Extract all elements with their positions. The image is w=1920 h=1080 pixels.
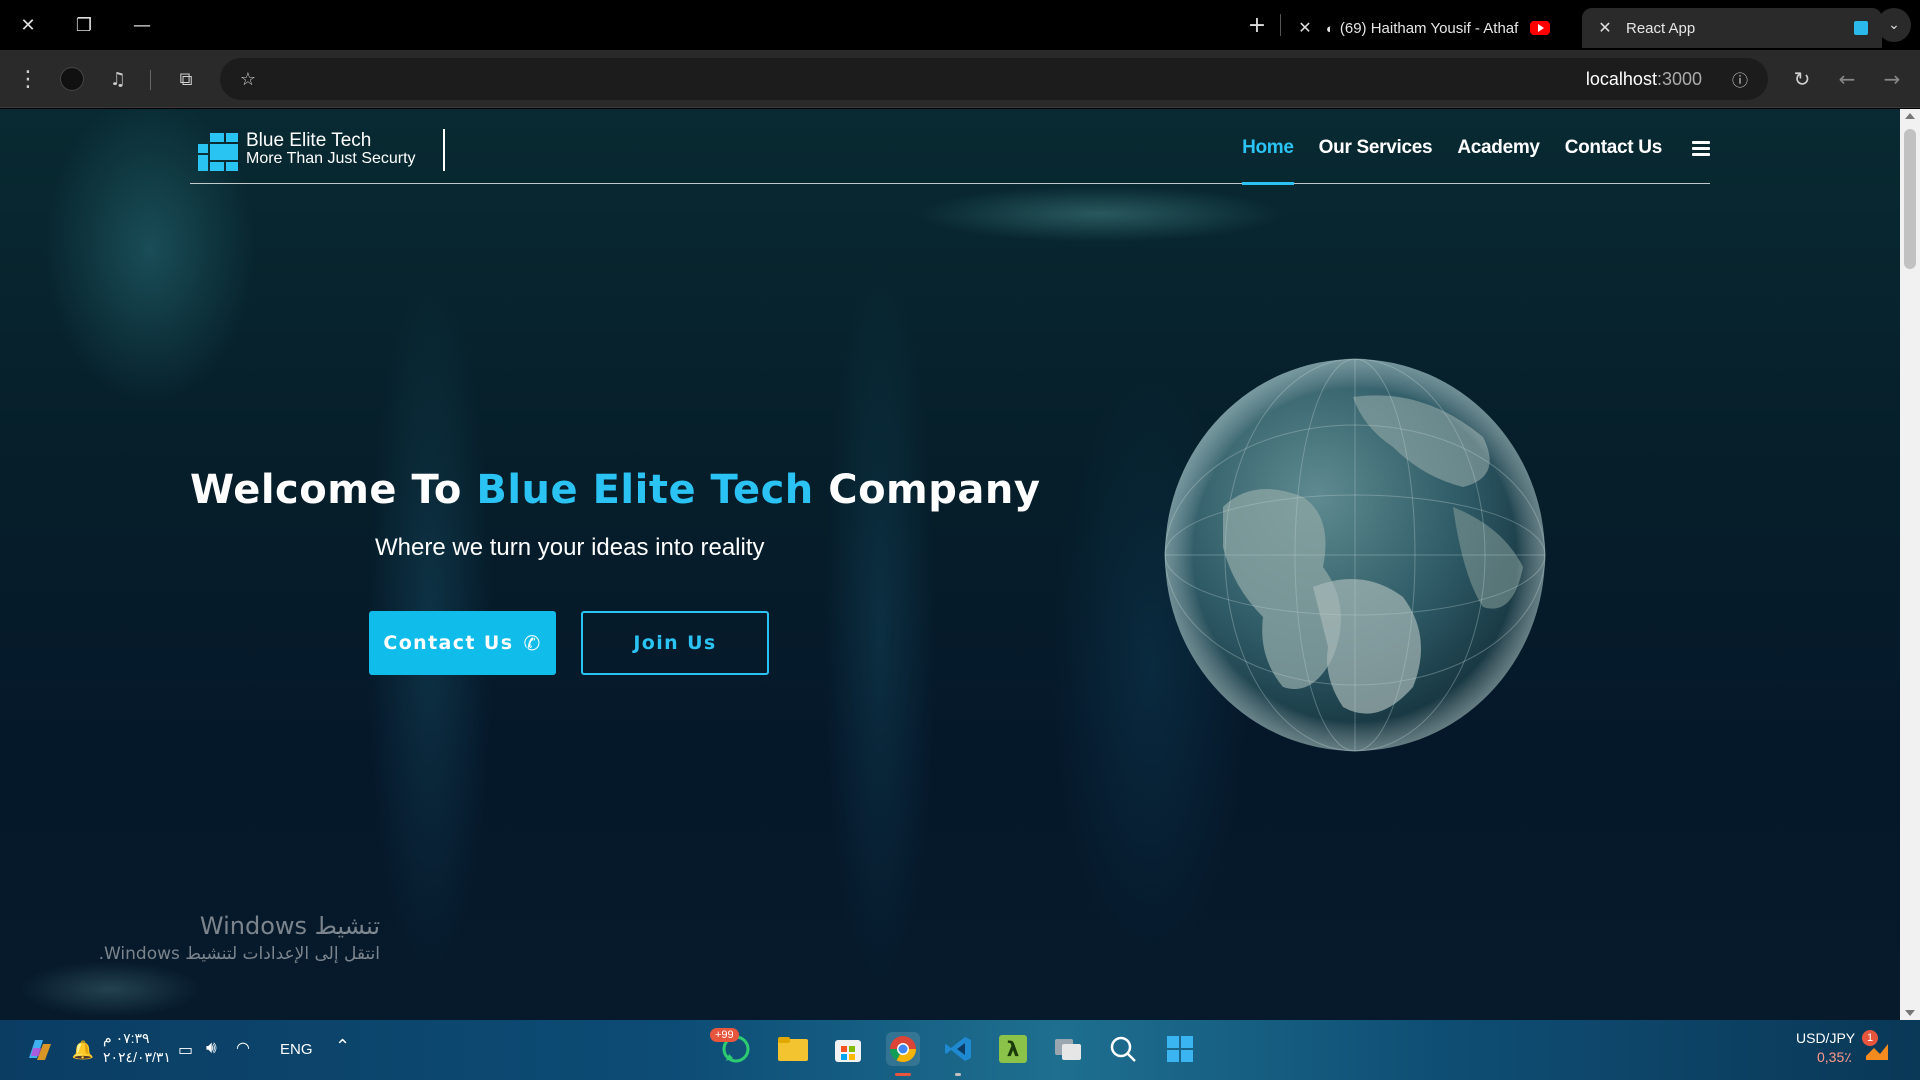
site-header: Blue Elite Tech More Than Just Securty H… xyxy=(190,109,1710,185)
scrollbar-thumb[interactable] xyxy=(1904,129,1916,269)
main-nav: Home Our Services Academy Contact Us xyxy=(1217,137,1710,185)
ticker-name[interactable]: USD/JPY xyxy=(1796,1030,1855,1046)
page-scrollbar[interactable] xyxy=(1900,109,1920,1020)
bookmark-star-icon[interactable]: ☆ xyxy=(232,63,264,95)
microsoft-store-icon[interactable] xyxy=(831,1032,865,1066)
hero-subtitle: Where we turn your ideas into reality xyxy=(375,534,765,561)
copilot-icon[interactable] xyxy=(22,1033,56,1067)
hero-title: Welcome To Blue Elite Tech Company xyxy=(190,467,1041,513)
page-viewport: Blue Elite Tech More Than Just Securty H… xyxy=(0,109,1900,1020)
tab-separator xyxy=(1280,14,1281,36)
omnibox[interactable]: ☆ localhost:3000 ⓘ xyxy=(220,58,1768,100)
close-tab-icon[interactable]: ✕ xyxy=(1594,18,1616,38)
tab-title: React App xyxy=(1626,19,1696,37)
clock-date[interactable]: ٢٠٢٤/٠٣/٣١ xyxy=(103,1049,171,1066)
whatsapp-badge: +99 xyxy=(710,1028,739,1042)
close-tab-icon[interactable]: ✕ xyxy=(1294,18,1316,38)
nav-academy[interactable]: Academy xyxy=(1457,137,1540,159)
battery-icon[interactable]: ▭ xyxy=(178,1040,193,1059)
window-minimize-icon[interactable]: — xyxy=(124,10,160,40)
tab-youtube[interactable]: ✕ ◐ (69) Haitham Yousif - Athaf xyxy=(1282,8,1582,48)
tab-search-chevron-icon[interactable]: ⌄ xyxy=(1877,8,1911,42)
chevron-up-icon[interactable]: ⌃ xyxy=(335,1036,350,1057)
window-restore-icon[interactable]: ❐ xyxy=(66,10,102,40)
brand-logo-icon[interactable] xyxy=(198,133,238,171)
windows-start-icon[interactable] xyxy=(1163,1032,1197,1066)
windows-taskbar: 🔔 ٠٧:٣٩ م ٢٠٢٤/٠٣/٣١ ▭ 🔊︎ ◠ ENG ⌃ +99 λ … xyxy=(0,1020,1920,1080)
profile-avatar[interactable] xyxy=(56,63,88,95)
scroll-down-icon[interactable] xyxy=(1905,1010,1915,1016)
forward-arrow-icon[interactable]: → xyxy=(1876,63,1908,95)
join-us-button[interactable]: Join Us xyxy=(581,611,769,675)
language-indicator[interactable]: ENG xyxy=(280,1041,313,1058)
new-tab-icon[interactable]: + xyxy=(1239,10,1275,40)
extensions-puzzle-icon[interactable]: ⧉ xyxy=(170,63,202,95)
brand-divider xyxy=(443,129,445,171)
notification-bell-icon[interactable]: 🔔 xyxy=(72,1039,94,1061)
reload-icon[interactable]: ↻ xyxy=(1786,63,1818,95)
chrome-running-indicator xyxy=(895,1073,911,1076)
brand-name[interactable]: Blue Elite Tech xyxy=(246,130,371,152)
audio-playing-icon: ◐ xyxy=(1326,20,1334,36)
site-info-icon[interactable]: ⓘ xyxy=(1724,63,1756,95)
hamburger-menu-icon[interactable] xyxy=(1692,138,1710,159)
windows-activation-watermark: تنشيط Windows انتقل إلى الإعدادات لتنشيط… xyxy=(98,912,380,964)
tab-react-app[interactable]: ✕ React App xyxy=(1582,8,1882,48)
ticker-change: 0,35٪ xyxy=(1817,1049,1852,1065)
lambda-app-icon[interactable]: λ xyxy=(996,1032,1030,1066)
contact-us-button[interactable]: Contact Us ✆ xyxy=(369,611,556,675)
nav-contact-us[interactable]: Contact Us xyxy=(1565,137,1663,159)
earth-globe-image xyxy=(1164,358,1546,752)
tab-title: (69) Haitham Yousif - Athaf xyxy=(1339,19,1519,37)
file-explorer-icon[interactable] xyxy=(776,1032,810,1066)
nav-our-services[interactable]: Our Services xyxy=(1319,137,1433,159)
search-icon[interactable] xyxy=(1106,1032,1140,1066)
browser-tab-strip: ✕ ❐ — + ✕ ◐ (69) Haitham Yousif - Athaf … xyxy=(0,0,1920,50)
vscode-icon[interactable] xyxy=(941,1032,975,1066)
toolbar-divider xyxy=(150,70,151,90)
scroll-up-icon[interactable] xyxy=(1905,113,1915,119)
window-close-icon[interactable]: ✕ xyxy=(10,10,46,40)
browser-menu-icon[interactable]: ⋮ xyxy=(12,63,44,95)
phone-icon: ✆ xyxy=(523,631,542,655)
notification-count-badge: 1 xyxy=(1862,1030,1878,1046)
volume-icon[interactable]: 🔊︎ xyxy=(206,1038,217,1058)
address-toolbar: ⋮ ♫ ⧉ ☆ localhost:3000 ⓘ ↻ ← → xyxy=(0,50,1920,108)
wifi-icon[interactable]: ◠ xyxy=(236,1038,250,1057)
chrome-icon[interactable] xyxy=(886,1032,920,1066)
vscode-running-indicator xyxy=(955,1073,961,1076)
task-view-icon[interactable] xyxy=(1051,1032,1085,1066)
url-field[interactable]: localhost:3000 xyxy=(1586,69,1702,90)
brand-tagline: More Than Just Securty xyxy=(246,150,416,167)
youtube-favicon-icon xyxy=(1529,21,1550,35)
back-arrow-icon[interactable]: ← xyxy=(1831,63,1863,95)
react-favicon-icon xyxy=(1854,21,1868,35)
media-control-icon[interactable]: ♫ xyxy=(102,63,134,95)
nav-home[interactable]: Home xyxy=(1242,137,1294,185)
clock-time[interactable]: ٠٧:٣٩ م xyxy=(103,1030,150,1047)
